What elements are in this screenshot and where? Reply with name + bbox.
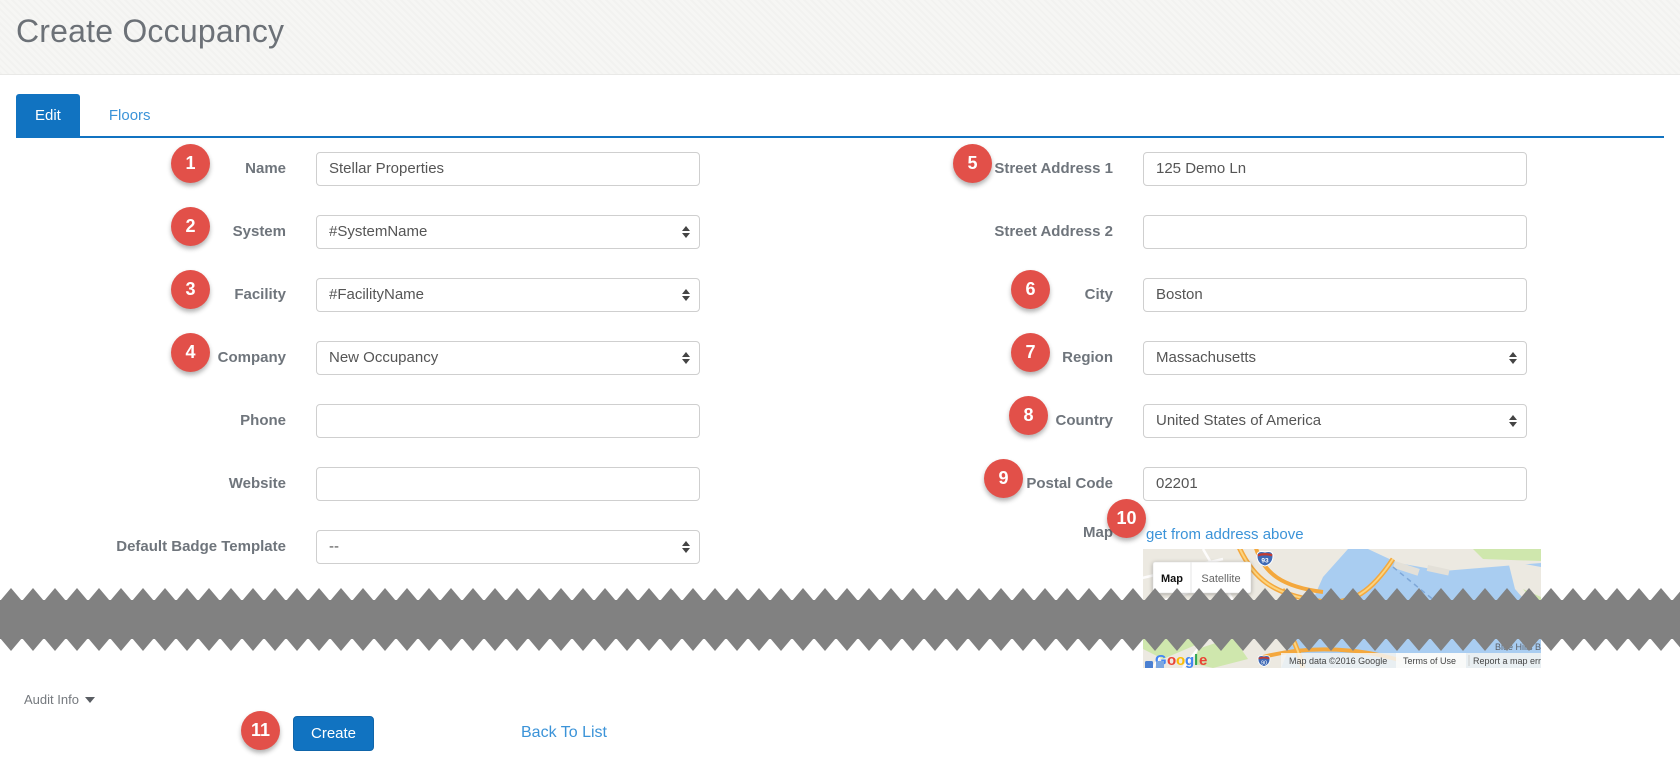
name-input[interactable] [316,152,700,186]
form-row: 1 Name [0,137,740,200]
form-row: 4 Company New Occupancy [0,326,740,389]
field-label: Street Address 2 [994,223,1113,240]
step-badge-2: 2 [171,207,210,246]
page-header: Create Occupancy [0,0,1680,75]
svg-text:l: l [1194,652,1198,668]
select-arrows-icon [1509,415,1517,427]
create-button[interactable]: Create [293,716,374,751]
select-arrows-icon [682,226,690,238]
chevron-down-icon [85,697,95,703]
country-select[interactable]: United States of America [1143,404,1527,438]
system-select[interactable]: #SystemName [316,215,700,249]
form-row: 7 Region Massachusetts [827,326,1567,389]
field-label: Name [245,160,286,177]
svg-text:o: o [1176,652,1185,668]
svg-text:g: g [1185,652,1194,668]
region-select[interactable]: Massachusetts [1143,341,1527,375]
terms-of-use-link[interactable]: Terms of Use [1403,656,1456,666]
form-row: Street Address 2 [827,200,1567,263]
form-row: 6 City [827,263,1567,326]
step-badge-6: 6 [1011,270,1050,309]
select-arrows-icon [1509,352,1517,364]
svg-text:e: e [1199,652,1207,668]
form-row: 8 Country United States of America [827,389,1567,452]
street-address-1-input[interactable] [1143,152,1527,186]
map-data-attribution: Map data ©2016 Google [1289,656,1387,666]
field-label: Company [218,349,286,366]
form-row: 9 Postal Code [827,452,1567,515]
step-badge-3: 3 [171,270,210,309]
select-value: United States of America [1156,412,1514,429]
phone-input[interactable] [316,404,700,438]
field-label: Default Badge Template [116,538,286,555]
company-select[interactable]: New Occupancy [316,341,700,375]
step-badge-10: 10 [1107,499,1146,538]
select-arrows-icon [682,541,690,553]
map-view-button[interactable]: Map [1161,573,1183,585]
form-row: 2 System #SystemName [0,200,740,263]
field-label: System [233,223,286,240]
tab-bar: Edit Floors [16,94,180,136]
form-left-column: 1 Name 2 System #SystemName [0,137,740,578]
city-input[interactable] [1143,278,1527,312]
select-value: #SystemName [329,223,687,240]
content-cut-band [0,600,1680,639]
get-from-address-link[interactable]: get from address above [1146,526,1304,543]
step-badge-4: 4 [171,333,210,372]
postal-code-input[interactable] [1143,467,1527,501]
create-occupancy-page: Create Occupancy Edit Floors 1 Name 2 Sy… [0,0,1680,766]
field-label: Street Address 1 [994,160,1113,177]
field-label: Website [229,475,286,492]
zigzag-bottom-edge [0,638,1680,651]
form-row: Website [0,452,740,515]
step-badge-11: 11 [241,711,280,750]
form-right-column: 5 Street Address 1 Street Address 2 6 [827,137,1567,515]
report-map-error-link[interactable]: Report a map error [1473,656,1541,666]
tab-edit[interactable]: Edit [16,94,80,136]
satellite-view-button[interactable]: Satellite [1201,573,1240,585]
field-label: Phone [240,412,286,429]
map-attribution: Map data ©2016 Google Terms of Use Repor… [1281,653,1541,668]
select-arrows-icon [682,289,690,301]
svg-text:93: 93 [1261,558,1269,565]
select-value: #FacilityName [329,286,687,303]
map-field-label: Map [827,524,1113,541]
audit-info-toggle[interactable]: Audit Info [24,692,95,707]
field-label: City [1085,286,1113,303]
facility-select[interactable]: #FacilityName [316,278,700,312]
street-address-2-input[interactable] [1143,215,1527,249]
field-label: Region [1062,349,1113,366]
back-to-list-link[interactable]: Back To List [521,724,607,742]
form-row: Default Badge Template -- [0,515,740,578]
step-badge-1: 1 [171,144,210,183]
select-value: Massachusetts [1156,349,1514,366]
page-title: Create Occupancy [16,13,284,50]
form-row: 5 Street Address 1 [827,137,1567,200]
step-badge-7: 7 [1011,333,1050,372]
website-input[interactable] [316,467,700,501]
form-row: Phone [0,389,740,452]
select-value: -- [329,538,687,555]
field-label: Facility [234,286,286,303]
step-badge-9: 9 [984,459,1023,498]
field-label: Country [1056,412,1114,429]
select-arrows-icon [682,352,690,364]
svg-text:90: 90 [1261,661,1267,667]
svg-text:o: o [1167,652,1176,668]
tab-floors[interactable]: Floors [80,94,180,136]
field-label: Postal Code [1026,475,1113,492]
select-value: New Occupancy [329,349,687,366]
form-row: 3 Facility #FacilityName [0,263,740,326]
step-badge-8: 8 [1009,396,1048,435]
audit-info-label: Audit Info [24,692,79,707]
default-badge-template-select[interactable]: -- [316,530,700,564]
step-badge-5: 5 [953,144,992,183]
